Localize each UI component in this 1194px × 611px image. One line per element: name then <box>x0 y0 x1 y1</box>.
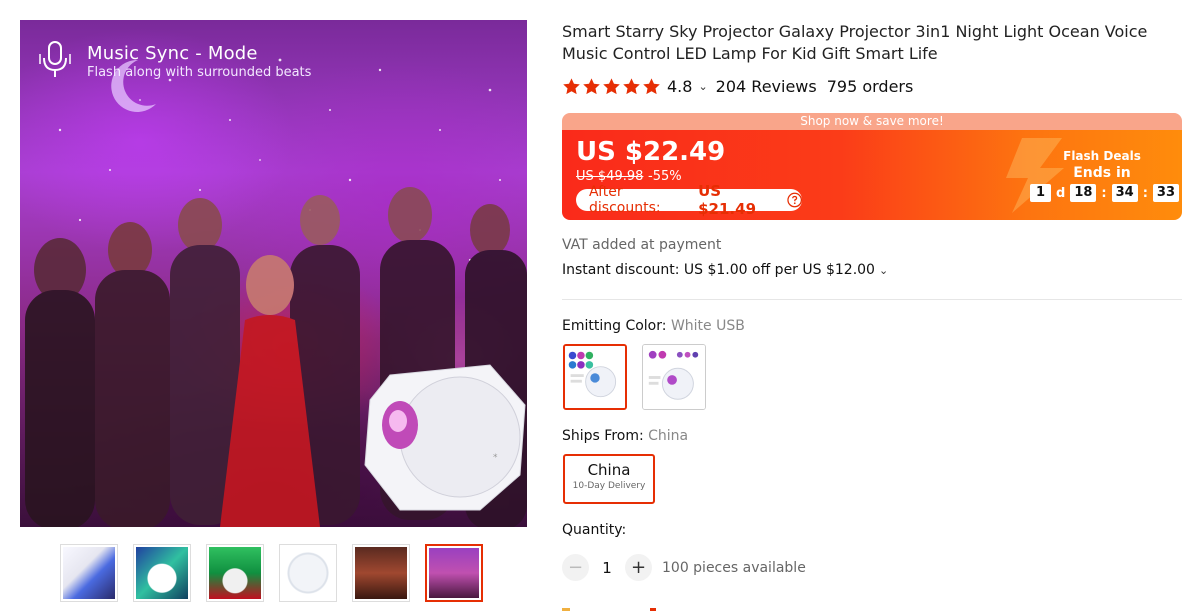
cut-off-content <box>562 608 656 611</box>
ships-from-label-text: Ships From: <box>562 428 644 444</box>
microphone-icon <box>39 41 71 77</box>
thumbnail-2[interactable] <box>133 544 191 602</box>
timer-seconds: 33 <box>1152 184 1179 202</box>
after-discount-value: US $21.49 <box>698 182 757 218</box>
star-icon <box>623 77 640 94</box>
ship-option-china[interactable]: China 10-Day Delivery <box>563 454 655 504</box>
overlay-subtitle: Flash along with surrounded beats <box>87 65 312 80</box>
rating-value: 4.8 <box>667 76 693 96</box>
timer-minutes: 34 <box>1111 184 1138 202</box>
ship-option-name: China <box>587 461 631 479</box>
chevron-down-icon[interactable]: ⌄ <box>879 264 888 277</box>
ships-from-label: Ships From: China <box>562 428 688 444</box>
promo-banner: Shop now & save more! <box>562 113 1182 130</box>
timer-days-unit: d <box>1056 185 1066 201</box>
svg-text:*: * <box>493 453 498 463</box>
timer-days: 1 <box>1030 184 1051 202</box>
vat-note: VAT added at payment <box>562 237 722 253</box>
instant-discount-text: Instant discount: US $1.00 off per US $1… <box>562 262 875 278</box>
price-panel: Shop now & save more! US $22.49 US $49.9… <box>562 113 1182 220</box>
thumbnail-4[interactable] <box>279 544 337 602</box>
timer-separator: : <box>1142 185 1148 201</box>
timer-separator: : <box>1101 185 1107 201</box>
discount-percent: -55% <box>648 169 682 184</box>
star-icon <box>643 77 660 94</box>
quantity-stepper: − 1 + 100 pieces available <box>562 554 806 581</box>
after-discount-label: After discounts: <box>589 184 661 216</box>
star-icon <box>563 77 580 94</box>
product-title: Smart Starry Sky Projector Galaxy Projec… <box>562 22 1148 63</box>
emitting-color-label: Emitting Color: White USB <box>562 318 745 334</box>
flash-deals-title: Flash Deals <box>1063 149 1141 163</box>
thumbnail-5[interactable] <box>352 544 410 602</box>
emitting-color-value: White USB <box>670 318 745 334</box>
thumbnail-1[interactable] <box>60 544 118 602</box>
sku-image-1 <box>565 346 625 408</box>
countdown-timer: 1 d 18 : 34 : 33 <box>1030 184 1179 202</box>
main-product-image[interactable]: Music Sync - Mode Flash along with surro… <box>20 20 527 527</box>
rating-row: 4.8 ⌄ 204 Reviews 795 orders <box>562 75 913 97</box>
current-price: US $22.49 <box>576 137 726 167</box>
quantity-decrease-button[interactable]: − <box>562 554 589 581</box>
thumbnail-3[interactable] <box>206 544 264 602</box>
divider <box>562 299 1182 300</box>
chevron-down-icon[interactable]: ⌄ <box>698 80 707 93</box>
thumbnail-6[interactable] <box>425 544 483 602</box>
after-discount-pill[interactable]: After discounts: US $21.49 <box>576 182 802 218</box>
sku-image-2 <box>643 345 705 409</box>
star-icon <box>603 77 620 94</box>
projector-image: * <box>364 364 526 511</box>
ship-option-delivery: 10-Day Delivery <box>572 481 646 491</box>
ends-in-label: Ends in <box>1073 165 1131 181</box>
timer-hours: 18 <box>1070 184 1097 202</box>
help-icon[interactable] <box>786 192 802 208</box>
star-icon <box>583 77 600 94</box>
overlay-title: Music Sync - Mode <box>87 43 258 64</box>
quantity-value[interactable]: 1 <box>589 559 625 577</box>
rating-stars <box>562 77 661 96</box>
quantity-increase-button[interactable]: + <box>625 554 652 581</box>
color-option-white-usb[interactable] <box>563 344 627 410</box>
price-main: US $22.49 US $49.98 -55% After discounts… <box>562 130 1182 220</box>
color-option-2[interactable] <box>642 344 706 410</box>
quantity-available: 100 pieces available <box>662 559 806 576</box>
quantity-label: Quantity: <box>562 522 627 538</box>
orders-count: 795 orders <box>826 76 914 96</box>
reviews-link[interactable]: 204 Reviews <box>716 77 817 96</box>
original-price: US $49.98 <box>576 169 644 184</box>
ships-from-value: China <box>648 428 689 444</box>
emitting-color-label-text: Emitting Color: <box>562 318 667 334</box>
instant-discount[interactable]: Instant discount: US $1.00 off per US $1… <box>562 262 888 278</box>
